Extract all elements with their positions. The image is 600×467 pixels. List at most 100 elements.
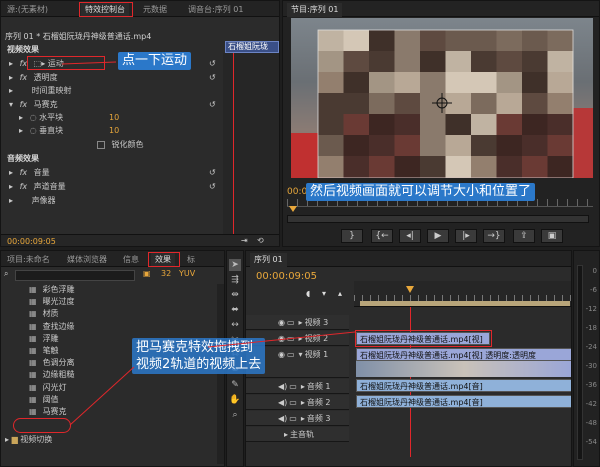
- expand-arrow-icon[interactable]: ▸: [9, 168, 13, 177]
- effect-list-item[interactable]: ▦ 浮雕: [17, 333, 59, 344]
- tab-sequence[interactable]: 序列 01: [250, 253, 287, 267]
- program-playhead-marker[interactable]: [289, 206, 297, 212]
- audio-item-channel-volume[interactable]: ▸ fx 声道音量 ↺: [9, 181, 219, 193]
- timeline-playhead-marker[interactable]: [406, 286, 414, 293]
- param-horizontal-blocks-value[interactable]: 10: [109, 112, 119, 124]
- effects-scrollbar[interactable]: [217, 284, 224, 464]
- track-lock-icon[interactable]: ▭: [289, 382, 297, 391]
- collapse-arrow-icon[interactable]: ▾: [9, 100, 13, 109]
- effects-search-input[interactable]: [15, 270, 135, 281]
- effect-item-mosaic[interactable]: ▾ fx 马赛克 ↺: [9, 99, 219, 111]
- expand-arrow-icon[interactable]: ▸: [301, 398, 305, 407]
- eye-icon[interactable]: ◉: [278, 318, 285, 327]
- audio-item-volume[interactable]: ▸ fx 音量 ↺: [9, 167, 219, 179]
- track-lock-icon[interactable]: ▭: [287, 334, 295, 343]
- step-back-button[interactable]: ◂|: [399, 229, 421, 243]
- effect-controls-timecode[interactable]: 00:00:09:05: [7, 237, 56, 246]
- zoom-tool-icon[interactable]: ⌕: [229, 409, 241, 421]
- tab-program[interactable]: 节目:序列 01: [287, 3, 343, 17]
- expand-arrow-icon[interactable]: ▸: [9, 86, 13, 95]
- track-header-video[interactable]: ◉ ▭ ▸ 视频 3: [246, 315, 349, 330]
- clip-video-1[interactable]: 石榴姐阮珑丹神级普通话.mp4[视] 透明度:透明度: [356, 348, 571, 361]
- reset-icon[interactable]: ↺: [209, 72, 216, 84]
- accelerated-effects-icon[interactable]: ▣: [143, 269, 151, 278]
- expand-arrow-icon[interactable]: ▸: [301, 382, 305, 391]
- mark-in-button[interactable]: }: [341, 229, 363, 243]
- track-lock-icon[interactable]: ▭: [289, 414, 297, 423]
- expand-arrow-icon[interactable]: ▸: [5, 435, 9, 444]
- effect-list-item[interactable]: ▦ 彩色浮雕: [17, 284, 75, 295]
- expand-arrow-icon[interactable]: ▸: [299, 334, 303, 343]
- effect-item-opacity[interactable]: ▸ fx 透明度 ↺: [9, 72, 219, 84]
- speaker-icon[interactable]: ◀): [278, 398, 287, 407]
- expand-arrow-icon[interactable]: ▸: [19, 126, 23, 135]
- track-select-tool-icon[interactable]: ⇶: [229, 274, 241, 286]
- selection-tool-icon[interactable]: ➤: [229, 259, 241, 271]
- effect-list-item[interactable]: ▦ 色调分离: [17, 357, 75, 368]
- tab-info[interactable]: 信息: [119, 253, 143, 267]
- rolling-edit-tool-icon[interactable]: ⬌: [229, 304, 241, 316]
- expand-arrow-icon[interactable]: ▾: [299, 350, 303, 359]
- track-header-audio[interactable]: ◀) ▭ ▸ 音频 3: [246, 411, 349, 426]
- audio-item-panner[interactable]: ▸ 声像器: [9, 195, 219, 207]
- param-vertical-blocks-value[interactable]: 10: [109, 125, 119, 137]
- expand-arrow-icon[interactable]: ▸: [9, 59, 13, 68]
- expand-arrow-icon[interactable]: ▸: [9, 73, 13, 82]
- expand-arrow-icon[interactable]: ▸: [9, 182, 13, 191]
- effect-list-item[interactable]: ▦ 笔触: [17, 345, 59, 356]
- param-vertical-blocks[interactable]: ▸ ◌ 垂直块 10: [19, 125, 219, 137]
- expand-arrow-icon[interactable]: ▸: [299, 318, 303, 327]
- search-icon[interactable]: ⌕: [4, 269, 8, 279]
- effect-list-item[interactable]: ▦ 材质: [17, 308, 59, 319]
- ripple-edit-tool-icon[interactable]: ⇹: [229, 289, 241, 301]
- effect-list-item[interactable]: ▦ 边缘粗糙: [17, 369, 75, 380]
- set-encore-marker-icon[interactable]: ▴: [338, 289, 342, 298]
- reset-icon[interactable]: ↺: [209, 99, 216, 111]
- expand-arrow-icon[interactable]: ▸: [284, 430, 288, 439]
- reset-icon[interactable]: ↺: [209, 58, 216, 70]
- effect-list-item[interactable]: ▦ 曝光过度: [17, 296, 75, 307]
- speaker-icon[interactable]: ◀): [278, 414, 287, 423]
- tab-audio-mixer[interactable]: 调音台:序列 01: [184, 3, 247, 17]
- eye-icon[interactable]: ◉: [278, 334, 285, 343]
- track-header-master[interactable]: ▸ 主音轨: [246, 427, 349, 442]
- tab-metadata[interactable]: 元数据: [139, 3, 171, 17]
- play-button[interactable]: ▶: [427, 229, 449, 243]
- video-transitions-folder[interactable]: ▸ ▆ 视频切换: [5, 434, 52, 445]
- export-frame-button[interactable]: ▣: [541, 229, 563, 243]
- tab-source[interactable]: 源:(无素材): [3, 3, 52, 17]
- tab-project[interactable]: 项目:未命名: [3, 253, 54, 267]
- expand-arrow-icon[interactable]: ▸: [19, 113, 23, 122]
- loop-icon[interactable]: ⟲: [257, 236, 264, 245]
- add-marker-icon[interactable]: ▾: [322, 289, 326, 298]
- effect-list-item[interactable]: ▦ 闪光灯: [17, 382, 67, 393]
- 32bit-effects-icon[interactable]: 32: [161, 269, 171, 278]
- effect-list-item[interactable]: ▦ 马赛克: [17, 406, 67, 417]
- speaker-icon[interactable]: ◀): [278, 382, 287, 391]
- stopwatch-icon[interactable]: ◌: [30, 126, 37, 135]
- track-lock-icon[interactable]: ▭: [287, 318, 295, 327]
- go-to-out-button[interactable]: →}: [483, 229, 505, 243]
- timeline-timecode[interactable]: 00:00:09:05: [256, 271, 317, 282]
- effect-list-item[interactable]: ▦ 查找边缘: [17, 321, 75, 332]
- param-horizontal-blocks[interactable]: ▸ ◌ 水平块 10: [19, 112, 219, 124]
- tab-markers[interactable]: 标: [183, 253, 199, 267]
- reset-icon[interactable]: ↺: [209, 167, 216, 179]
- work-area-bar[interactable]: [360, 301, 570, 306]
- hand-tool-icon[interactable]: ✋: [229, 394, 241, 406]
- go-to-in-button[interactable]: {←: [371, 229, 393, 243]
- pen-tool-icon[interactable]: ✎: [229, 379, 241, 391]
- timeline-ruler[interactable]: [354, 281, 571, 307]
- stopwatch-icon[interactable]: ◌: [30, 113, 37, 122]
- program-scroll-bar[interactable]: [287, 215, 589, 223]
- effect-list-item[interactable]: ▦ 阈值: [17, 394, 59, 405]
- clip-audio-1[interactable]: 石榴姐阮珑丹神级普通话.mp4[音]: [356, 379, 571, 392]
- track-header-audio[interactable]: ◀) ▭ ▸ 音频 2: [246, 395, 349, 410]
- reset-icon[interactable]: ↺: [209, 181, 216, 193]
- lift-button[interactable]: ⇪: [513, 229, 535, 243]
- expand-arrow-icon[interactable]: ▸: [301, 414, 305, 423]
- rate-stretch-tool-icon[interactable]: ↔: [229, 319, 241, 331]
- yuv-effects-icon[interactable]: YUV: [179, 269, 195, 278]
- step-forward-button[interactable]: |▸: [455, 229, 477, 243]
- param-sharpen-colors[interactable]: 锐化颜色: [97, 139, 144, 151]
